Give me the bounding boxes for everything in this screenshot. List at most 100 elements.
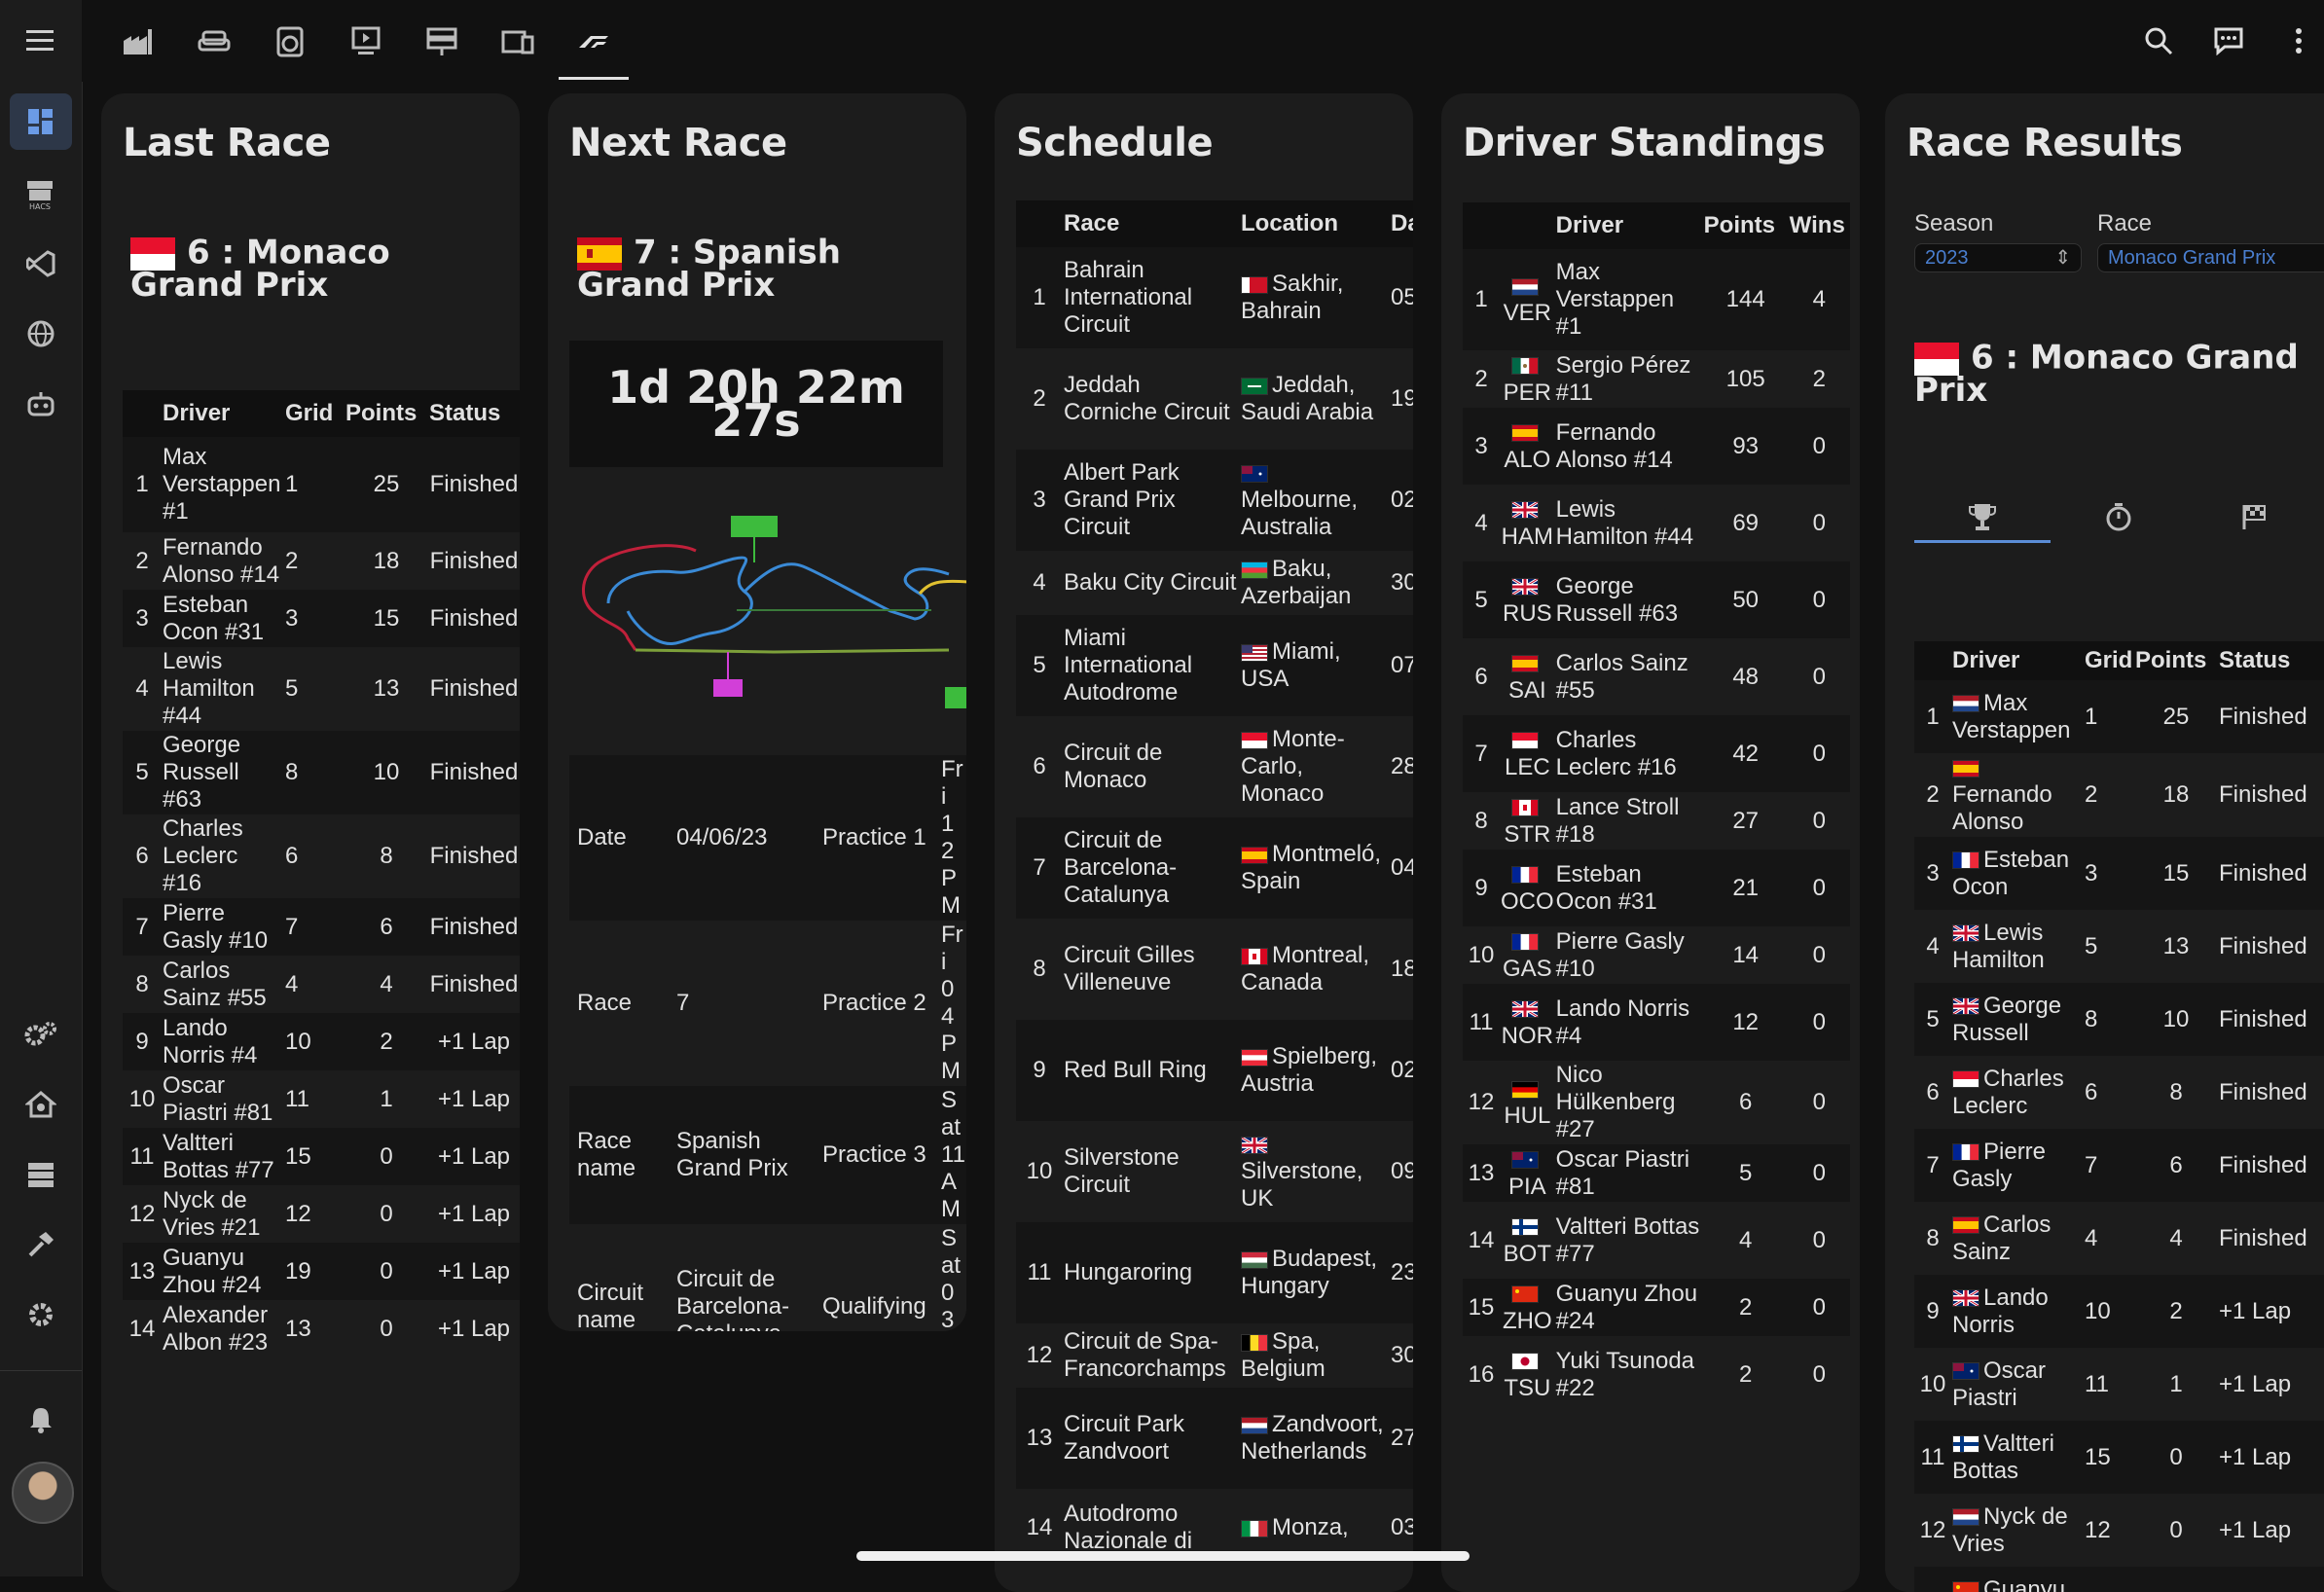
- table-row: 6 SAI Carlos Sainz #55 48 0: [1463, 638, 1850, 715]
- info-label: Circuit name: [569, 1224, 675, 1331]
- wins: 4: [1788, 249, 1850, 350]
- flag-fi-icon: [1952, 1435, 1979, 1454]
- flag-bh-icon: [1241, 275, 1268, 294]
- position: 9: [123, 1013, 162, 1070]
- session-time: Fri 12 PM: [940, 755, 966, 921]
- wins: 0: [1788, 715, 1850, 792]
- network-icon[interactable]: [407, 14, 477, 70]
- hacs-icon[interactable]: HACS: [10, 165, 72, 222]
- grid: 3: [2084, 837, 2134, 910]
- position: 12: [1463, 1061, 1500, 1144]
- position: 2: [1463, 350, 1500, 408]
- wins: 0: [1788, 984, 1850, 1061]
- points: 15: [2134, 837, 2218, 910]
- grid: 4: [284, 956, 345, 1013]
- status: +1 Lap: [428, 1070, 520, 1128]
- points: 4: [2134, 1202, 2218, 1275]
- grid: 6: [2084, 1056, 2134, 1129]
- hammer-icon[interactable]: [10, 1216, 72, 1273]
- server-icon[interactable]: [10, 1146, 72, 1203]
- timer-icon[interactable]: [2051, 490, 2187, 543]
- grid: 5: [2084, 910, 2134, 983]
- search-icon[interactable]: [2131, 18, 2186, 64]
- menu-icon[interactable]: [10, 12, 72, 68]
- table-row: 8 Circuit Gilles Villeneuve Montreal, Cana…: [1016, 919, 1413, 1020]
- col-points: Points: [345, 390, 428, 437]
- robot-icon[interactable]: [10, 376, 72, 432]
- points: 2: [2134, 1275, 2218, 1348]
- trophy-icon[interactable]: [1914, 490, 2051, 543]
- flag-de-icon: [1511, 1080, 1540, 1099]
- table-row: 3 Albert Park Grand Prix Circuit Melbourne…: [1016, 450, 1413, 551]
- factory-icon[interactable]: [103, 14, 173, 70]
- table-row: 9 OCO Esteban Ocon #31 21 0: [1463, 850, 1850, 926]
- flag-ca-icon: [1241, 947, 1268, 965]
- home-cog-icon[interactable]: [10, 1076, 72, 1133]
- table-row: 3 Esteban Ocon 3 15 Finished: [1914, 837, 2324, 910]
- points: 4: [345, 956, 428, 1013]
- position: 7: [123, 898, 162, 956]
- points: 0: [345, 1300, 428, 1357]
- sofa-icon[interactable]: [179, 14, 249, 70]
- table-row: 4Baku City CircuitBaku, Azerbaijan30/0: [1016, 551, 1413, 615]
- circuit-map: [582, 516, 966, 708]
- media-icon[interactable]: [331, 14, 401, 70]
- settings-icon[interactable]: [10, 1286, 72, 1343]
- driver-name: Pierre Gasly: [1951, 1129, 2084, 1202]
- table-row: 10 GAS Pierre Gasly #10 14 0: [1463, 926, 1850, 984]
- bell-icon[interactable]: [10, 1392, 72, 1448]
- driver-code: PIA: [1500, 1144, 1555, 1202]
- position: 3: [1914, 837, 1951, 910]
- race-results-card: Race Results Season 2023 ⇕ Race Monaco G…: [1885, 93, 2324, 1592]
- flag-gb-icon: [1511, 1000, 1540, 1019]
- table-row: 7 Pierre Gasly #10 7 6 Finished: [123, 898, 520, 956]
- grid: 1: [2084, 680, 2134, 753]
- table-row: 6Circuit de MonacoMonte-Carlo, Monaco28/…: [1016, 716, 1413, 817]
- driver-code: TSU: [1500, 1336, 1555, 1413]
- wins: 0: [1788, 1061, 1850, 1144]
- globe-icon[interactable]: [10, 306, 72, 362]
- position: 3: [1463, 408, 1500, 485]
- driver-code: STR: [1500, 792, 1555, 850]
- circuit-name: Circuit Park Zandvoort: [1063, 1388, 1240, 1489]
- points: 0: [2134, 1494, 2218, 1567]
- points: 25: [2134, 680, 2218, 753]
- flag-nl-icon: [1241, 1416, 1268, 1434]
- dashboard-icon[interactable]: [10, 93, 72, 150]
- round: 7: [1016, 817, 1063, 919]
- table-row: 6 Charles Leclerc 6 8 Finished: [1914, 1056, 2324, 1129]
- date: 23/0: [1390, 1222, 1413, 1323]
- card-title: Last Race: [123, 121, 331, 165]
- position: 5: [1914, 983, 1951, 1056]
- season-select[interactable]: 2023 ⇕: [1914, 243, 2082, 272]
- date: 05/0: [1390, 247, 1413, 348]
- circuit-name: Circuit de Monaco: [1063, 716, 1240, 817]
- f1-icon[interactable]: [559, 14, 629, 80]
- countdown-timer: 1d 20h 22m 27s: [569, 341, 943, 467]
- vscode-icon[interactable]: [10, 235, 72, 292]
- table-row: 11 Valtteri Bottas 15 0 +1 Lap: [1914, 1421, 2324, 1494]
- avatar[interactable]: [12, 1462, 74, 1524]
- driver-name: Valtteri Bottas #77: [162, 1128, 284, 1185]
- driver-name: Carlos Sainz #55: [162, 956, 284, 1013]
- home-indicator: [856, 1551, 1470, 1561]
- wins: 0: [1788, 792, 1850, 850]
- flag-icon[interactable]: [2187, 490, 2323, 543]
- race-select[interactable]: Monaco Grand Prix: [2097, 243, 2324, 272]
- devices-icon[interactable]: [483, 14, 553, 70]
- table-row: 2 PER Sergio Pérez #11 105 2: [1463, 350, 1850, 408]
- position: 8: [123, 956, 162, 1013]
- assist-icon[interactable]: [2201, 18, 2256, 64]
- status: +1 Lap: [2218, 1567, 2324, 1592]
- schedule-table: Race Location Dat 1Bahrain International…: [1016, 200, 1413, 1567]
- grid: 2: [2084, 753, 2134, 837]
- more-vert-icon[interactable]: [2271, 18, 2324, 64]
- washer-icon[interactable]: [255, 14, 325, 70]
- points: 21: [1702, 850, 1789, 926]
- cogs-icon[interactable]: [10, 1006, 72, 1063]
- driver-name: Nico Hülkenberg #27: [1554, 1061, 1703, 1144]
- position: 13: [123, 1243, 162, 1300]
- col-points: Points: [1702, 202, 1789, 249]
- driver-code: VER: [1500, 249, 1555, 350]
- driver-name: Lando Norris: [1951, 1275, 2084, 1348]
